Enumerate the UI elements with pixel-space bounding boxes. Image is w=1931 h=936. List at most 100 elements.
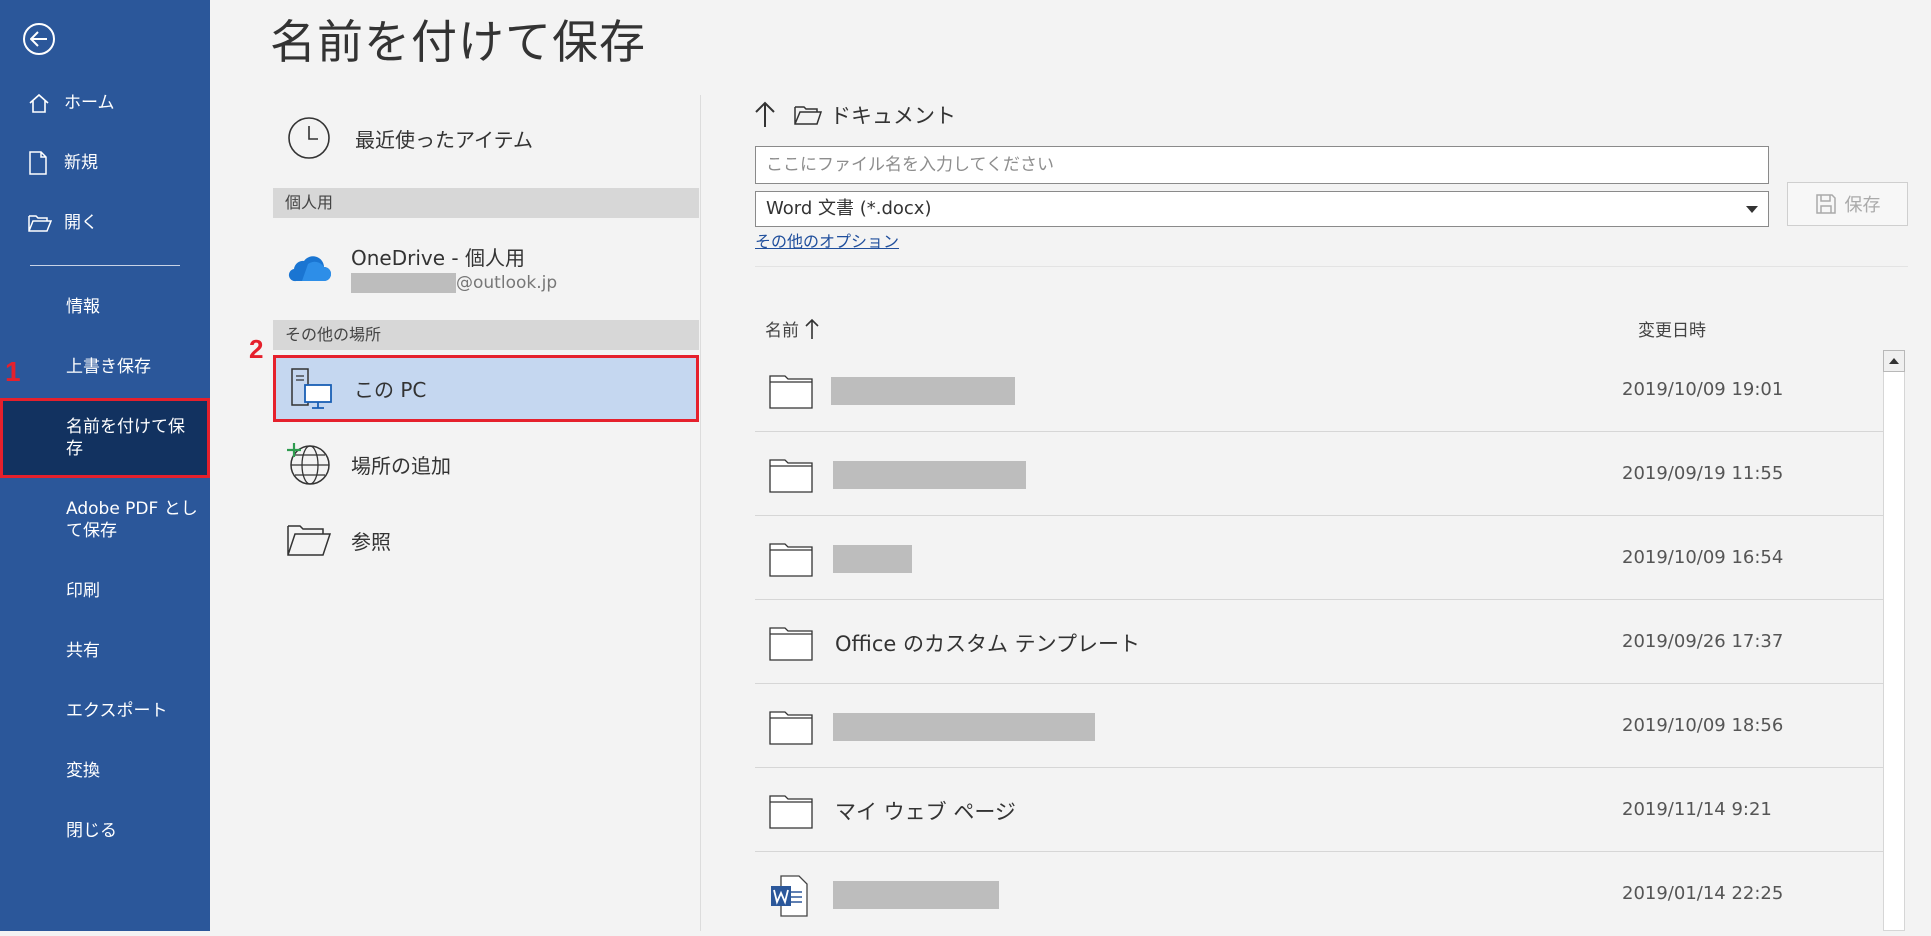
file-name: Office のカスタム テンプレート: [835, 632, 1141, 656]
file-date: 2019/09/19 11:55: [1622, 463, 1784, 484]
computer-icon: [288, 365, 336, 413]
file-date: 2019/11/14 9:21: [1622, 799, 1772, 820]
page-title: 名前を付けて保存: [270, 15, 646, 69]
file-row[interactable]: 2019/09/19 11:55: [755, 432, 1883, 516]
folder-icon: [769, 627, 813, 661]
folder-icon: [769, 375, 813, 409]
place-this-pc-label: この PC: [354, 378, 427, 402]
redacted-name: [833, 461, 1026, 489]
nav-separator: [30, 265, 180, 266]
nav-share-label: 共有: [66, 641, 100, 661]
file-row[interactable]: 2019/10/09 19:01: [755, 348, 1883, 432]
folder-location-icon: [794, 104, 822, 126]
column-divider: [700, 95, 701, 931]
file-date: 2019/10/09 19:01: [1622, 379, 1784, 400]
file-row[interactable]: 2019/10/09 16:54: [755, 516, 1883, 600]
nav-save-as-adobe-pdf-label: Adobe PDF とし て保存: [66, 499, 198, 541]
onedrive-info: OneDrive - 個人用 @outlook.jp: [351, 242, 557, 293]
filetype-select[interactable]: Word 文書 (*.docx): [755, 191, 1769, 227]
nav-home[interactable]: ホーム: [0, 79, 210, 127]
file-date: 2019/10/09 18:56: [1622, 715, 1784, 736]
browse-folder-icon: [285, 516, 333, 564]
nav-save-as-label: 名前を付けて保 存: [66, 417, 185, 459]
filetype-selected: Word 文書 (*.docx): [766, 198, 932, 219]
column-header-modified[interactable]: 変更日時: [1638, 316, 1706, 341]
nav-save-label: 上書き保存: [66, 357, 151, 377]
column-header-name[interactable]: 名前: [765, 316, 819, 341]
nav-info-label: 情報: [66, 297, 100, 317]
onedrive-account-row: @outlook.jp: [351, 272, 558, 293]
folder-icon: [769, 795, 813, 829]
file-row[interactable]: 2019/10/09 18:56: [755, 684, 1883, 768]
vertical-scrollbar[interactable]: [1883, 350, 1905, 931]
options-divider: [755, 266, 1908, 267]
nav-transform[interactable]: 変換: [0, 747, 210, 795]
onedrive-account: @outlook.jp: [456, 272, 558, 293]
nav-print-label: 印刷: [66, 581, 100, 601]
nav-print[interactable]: 印刷: [0, 567, 210, 615]
place-add-location[interactable]: 場所の追加: [273, 432, 699, 496]
file-date: 2019/09/26 17:37: [1622, 631, 1784, 652]
nav-open-label: 開く: [64, 213, 98, 233]
redacted-name: [833, 713, 1095, 741]
nav-new-label: 新規: [64, 153, 98, 173]
save-button-label: 保存: [1844, 195, 1881, 216]
place-browse[interactable]: 参照: [273, 508, 699, 572]
annotation-step-2: 2: [249, 334, 264, 364]
folder-icon: [769, 459, 813, 493]
more-options-link[interactable]: その他のオプション: [755, 228, 899, 252]
place-recent[interactable]: 最近使ったアイテム: [273, 106, 699, 170]
folder-icon: [769, 543, 813, 577]
save-button[interactable]: 保存: [1787, 182, 1908, 226]
place-this-pc[interactable]: この PC: [273, 355, 699, 422]
file-date: 2019/01/14 22:25: [1622, 883, 1784, 904]
nav-save-as-adobe-pdf[interactable]: Adobe PDF とし て保存: [0, 486, 210, 554]
nav-export-label: エクスポート: [66, 701, 168, 721]
column-header-name-label: 名前: [765, 321, 799, 341]
nav-share[interactable]: 共有: [0, 627, 210, 675]
nav-close[interactable]: 閉じる: [0, 807, 210, 855]
back-button[interactable]: [23, 23, 55, 55]
redacted-name: [831, 377, 1015, 405]
file-row[interactable]: Office のカスタム テンプレート 2019/09/26 17:37: [755, 600, 1883, 684]
word-document-icon: [771, 875, 808, 917]
place-onedrive[interactable]: OneDrive - 個人用 @outlook.jp: [273, 232, 699, 302]
nav-close-label: 閉じる: [66, 821, 117, 841]
clock-icon: [285, 114, 333, 162]
file-row[interactable]: マイ ウェブ ページ 2019/11/14 9:21: [755, 768, 1883, 852]
globe-add-icon: [285, 440, 333, 488]
redacted-block: [351, 272, 456, 293]
file-date: 2019/10/09 16:54: [1622, 547, 1784, 568]
location-breadcrumb: ドキュメント: [754, 100, 956, 130]
chevron-down-icon: [1746, 206, 1758, 213]
redacted-name: [833, 545, 912, 573]
redacted-name: [833, 881, 999, 909]
back-arrow-icon: [30, 31, 47, 47]
nav-save[interactable]: 上書き保存: [0, 343, 210, 391]
nav-info[interactable]: 情報: [0, 283, 210, 331]
nav-transform-label: 変換: [66, 761, 100, 781]
nav-new[interactable]: 新規: [0, 139, 210, 187]
section-other-header: その他の場所: [273, 320, 699, 350]
save-disk-icon: [1815, 193, 1837, 215]
location-path[interactable]: ドキュメント: [830, 100, 956, 130]
home-icon: [28, 92, 56, 114]
place-recent-label: 最近使ったアイテム: [355, 127, 533, 152]
nav-home-label: ホーム: [64, 93, 115, 113]
up-arrow-icon[interactable]: [754, 101, 776, 129]
nav-open[interactable]: 開く: [0, 199, 210, 247]
scroll-up-arrow-icon: [1889, 358, 1899, 364]
backstage-nav: ホーム 新規 開く 情報 上書き保存 名前を付けて保 存 Adobe PDF と…: [0, 0, 210, 931]
new-document-icon: [28, 151, 56, 175]
annotation-step-1: 1: [5, 356, 21, 387]
open-folder-icon: [28, 213, 56, 233]
file-row[interactable]: 2019/01/14 22:25: [755, 852, 1883, 936]
nav-save-as[interactable]: 名前を付けて保 存: [0, 398, 210, 478]
scroll-up-button[interactable]: [1883, 350, 1905, 372]
onedrive-cloud-icon: [285, 243, 333, 291]
file-name: マイ ウェブ ページ: [835, 800, 1016, 824]
filename-input[interactable]: [755, 146, 1769, 184]
nav-export[interactable]: エクスポート: [0, 687, 210, 735]
place-add-location-label: 場所の追加: [351, 453, 451, 478]
section-personal-header: 個人用: [273, 188, 699, 218]
